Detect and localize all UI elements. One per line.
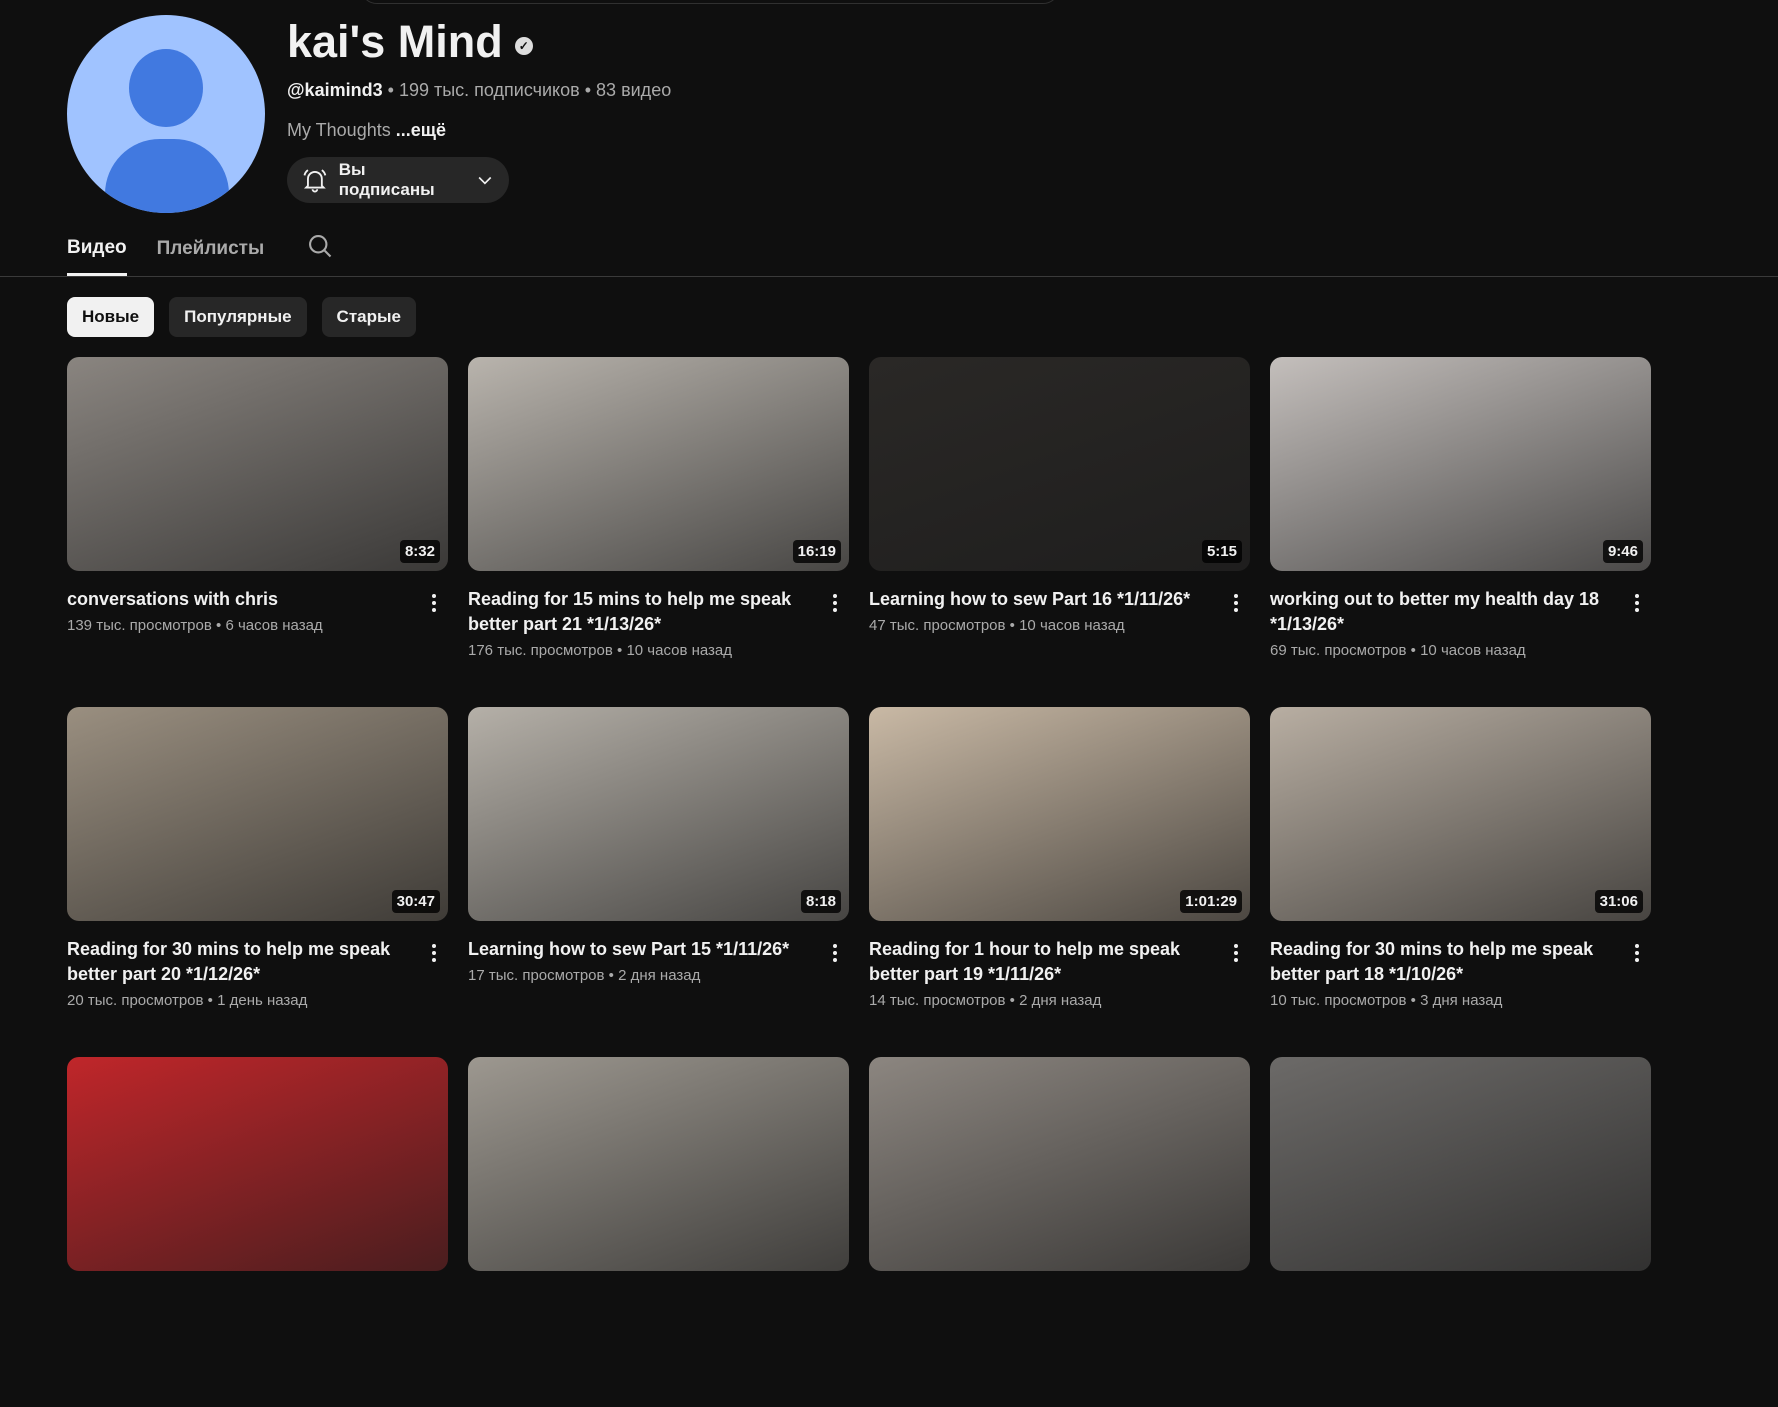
- tab-videos[interactable]: Видео: [67, 237, 127, 276]
- chip-oldest[interactable]: Старые: [321, 297, 416, 337]
- video-title[interactable]: Reading for 15 mins to help me speak bet…: [468, 587, 808, 637]
- channel-title: kai's Mind ✓: [287, 16, 533, 68]
- video-title[interactable]: Reading for 30 mins to help me speak bet…: [67, 937, 407, 987]
- subscribed-button[interactable]: Вы подписаны: [287, 157, 509, 203]
- tab-playlists[interactable]: Плейлисты: [157, 238, 265, 274]
- channel-handle: @kaimind3: [287, 80, 383, 100]
- sort-chips: Новые Популярные Старые: [67, 297, 416, 337]
- channel-meta: @kaimind3 • 199 тыс. подписчиков • 83 ви…: [287, 80, 672, 100]
- tabs-divider: [0, 276, 1778, 277]
- more-actions-icon[interactable]: [1627, 939, 1647, 967]
- subscriber-count: 199 тыс. подписчиков: [398, 80, 580, 100]
- video-card[interactable]: 8:32 conversations with chris 139 тыс. пр…: [67, 357, 448, 707]
- duration-badge: 31:06: [1594, 890, 1643, 913]
- video-thumbnail[interactable]: [1270, 1057, 1651, 1271]
- video-card[interactable]: 1:01:29 Reading for 1 hour to help me spe…: [869, 707, 1250, 1057]
- chip-newest[interactable]: Новые: [67, 297, 155, 337]
- duration-badge: 1:01:29: [1180, 890, 1242, 913]
- video-meta: 10 тыс. просмотров • 3 дня назад: [1270, 992, 1503, 1009]
- duration-badge: 16:19: [792, 540, 841, 563]
- video-card[interactable]: 31:06 Reading for 30 mins to help me spea…: [1270, 707, 1651, 1057]
- video-thumbnail[interactable]: [869, 1057, 1250, 1271]
- video-meta: 14 тыс. просмотров • 2 дня назад: [869, 992, 1102, 1009]
- video-meta: 17 тыс. просмотров • 2 дня назад: [468, 967, 701, 984]
- video-card[interactable]: [869, 1057, 1250, 1407]
- video-thumbnail[interactable]: 31:06: [1270, 707, 1651, 921]
- video-meta: 139 тыс. просмотров • 6 часов назад: [67, 617, 323, 634]
- more-actions-icon[interactable]: [1226, 939, 1246, 967]
- verified-icon: ✓: [514, 37, 533, 55]
- video-card[interactable]: 30:47 Reading for 30 mins to help me spea…: [67, 707, 448, 1057]
- video-thumbnail[interactable]: [67, 1057, 448, 1271]
- video-title[interactable]: working out to better my health day 18 *…: [1270, 587, 1610, 637]
- search-channel-button[interactable]: [294, 232, 334, 280]
- video-card[interactable]: 9:46 working out to better my health day …: [1270, 357, 1651, 707]
- channel-tabs: Видео Плейлисты: [67, 232, 334, 280]
- video-card[interactable]: 8:18 Learning how to sew Part 15 *1/11/26…: [468, 707, 849, 1057]
- video-title[interactable]: conversations with chris: [67, 587, 407, 612]
- video-card[interactable]: [1270, 1057, 1651, 1407]
- bell-icon: [303, 169, 327, 193]
- video-title[interactable]: Learning how to sew Part 15 *1/11/26*: [468, 937, 808, 962]
- more-actions-icon[interactable]: [424, 939, 444, 967]
- duration-badge: 8:18: [800, 890, 841, 913]
- channel-description[interactable]: My Thoughts ...ещё: [287, 120, 446, 141]
- video-count: 83 видео: [596, 80, 672, 100]
- video-title[interactable]: Learning how to sew Part 16 *1/11/26*: [869, 587, 1209, 612]
- video-card[interactable]: 5:15 Learning how to sew Part 16 *1/11/26…: [869, 357, 1250, 707]
- duration-badge: 5:15: [1201, 540, 1242, 563]
- duration-badge: 9:46: [1602, 540, 1643, 563]
- video-title[interactable]: Reading for 1 hour to help me speak bett…: [869, 937, 1209, 987]
- video-card[interactable]: [67, 1057, 448, 1407]
- channel-avatar: [67, 15, 265, 213]
- video-thumbnail[interactable]: 1:01:29: [869, 707, 1250, 921]
- video-thumbnail[interactable]: [468, 1057, 849, 1271]
- chevron-down-icon: [478, 176, 492, 185]
- video-meta: 20 тыс. просмотров • 1 день назад: [67, 992, 308, 1009]
- chip-popular[interactable]: Популярные: [169, 297, 307, 337]
- duration-badge: 30:47: [391, 890, 440, 913]
- more-link[interactable]: ...ещё: [396, 120, 446, 140]
- video-card[interactable]: 16:19 Reading for 15 mins to help me spea…: [468, 357, 849, 707]
- video-thumbnail[interactable]: 5:15: [869, 357, 1250, 571]
- video-meta: 176 тыс. просмотров • 10 часов назад: [468, 642, 733, 659]
- more-actions-icon[interactable]: [424, 589, 444, 617]
- video-thumbnail[interactable]: 8:32: [67, 357, 448, 571]
- video-thumbnail[interactable]: 8:18: [468, 707, 849, 921]
- video-thumbnail[interactable]: 30:47: [67, 707, 448, 921]
- more-actions-icon[interactable]: [1226, 589, 1246, 617]
- video-grid: 8:32 conversations with chris 139 тыс. пр…: [67, 357, 1651, 1407]
- video-card[interactable]: [468, 1057, 849, 1407]
- more-actions-icon[interactable]: [825, 589, 845, 617]
- video-thumbnail[interactable]: 16:19: [468, 357, 849, 571]
- video-meta: 69 тыс. просмотров • 10 часов назад: [1270, 642, 1526, 659]
- more-actions-icon[interactable]: [1627, 589, 1647, 617]
- video-title[interactable]: Reading for 30 mins to help me speak bet…: [1270, 937, 1610, 987]
- search-bar[interactable]: [360, 0, 1060, 4]
- video-meta: 47 тыс. просмотров • 10 часов назад: [869, 617, 1125, 634]
- duration-badge: 8:32: [399, 540, 440, 563]
- more-actions-icon[interactable]: [825, 939, 845, 967]
- video-thumbnail[interactable]: 9:46: [1270, 357, 1651, 571]
- search-icon: [309, 235, 332, 258]
